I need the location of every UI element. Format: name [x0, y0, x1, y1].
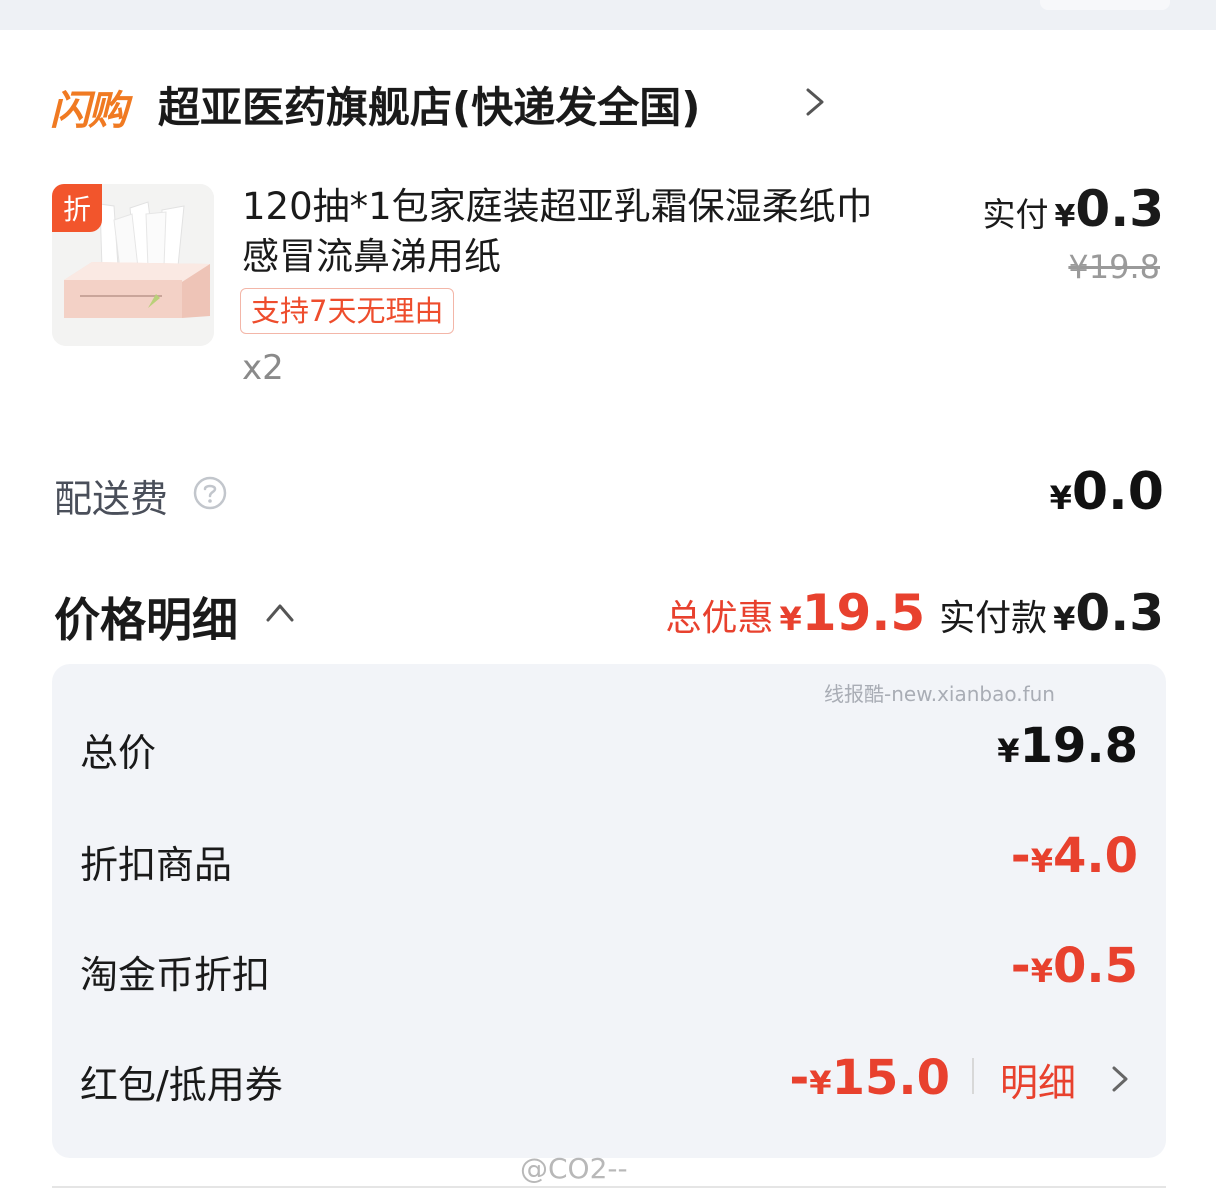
discount-goods-currency: ¥: [1030, 842, 1053, 880]
discount-tag: 折: [52, 184, 102, 232]
discount-goods-sign: -: [1010, 828, 1031, 884]
top-card-edge: [1040, 0, 1170, 10]
price-detail-title[interactable]: 价格明细: [54, 584, 238, 650]
taojinbi-currency: ¥: [1030, 952, 1053, 990]
discount-goods-value: -¥4.0: [1011, 828, 1138, 884]
total-discount-currency: ¥: [779, 600, 802, 638]
total-price-value: ¥19.8: [997, 718, 1138, 774]
question-mark-icon[interactable]: [192, 475, 228, 511]
shop-name[interactable]: 超亚医药旗舰店(快递发全国): [158, 74, 700, 135]
total-price-currency: ¥: [997, 732, 1020, 770]
taojinbi-label: 淘金币折扣: [80, 953, 271, 997]
product-title[interactable]: 120抽*1包家庭装超亚乳霜保湿柔纸巾感冒流鼻涕用纸: [242, 182, 892, 282]
divider: [972, 1058, 974, 1094]
chevron-up-icon[interactable]: [264, 598, 296, 626]
bottom-divider: [52, 1186, 1166, 1188]
total-discount-value: 19.5: [801, 584, 926, 642]
coupon-detail-link[interactable]: 明细: [1000, 1052, 1076, 1107]
coupon-sign: -: [789, 1050, 810, 1106]
original-price: ¥19.8: [1068, 248, 1160, 286]
coupon-currency: ¥: [809, 1064, 832, 1102]
actual-paid-label: 实付款: [939, 598, 1048, 639]
taojinbi-sign: -: [1010, 938, 1031, 994]
shipping-fee-value: ¥0.0: [1050, 462, 1164, 522]
taojinbi-amount: 0.5: [1052, 938, 1138, 994]
total-discount-label: 总优惠: [665, 598, 774, 639]
product-quantity: x2: [242, 348, 284, 388]
shipping-amount: 0.0: [1071, 462, 1164, 522]
coupon-amount: 15.0: [831, 1050, 950, 1106]
discount-goods-label: 折扣商品: [80, 843, 233, 887]
total-price-amount: 19.8: [1019, 718, 1138, 774]
coupon-value: -¥15.0: [789, 1050, 950, 1106]
top-bar: [0, 0, 1216, 30]
shipping-currency: ¥: [1049, 479, 1072, 517]
coupon-label: 红包/抵用券: [80, 1063, 283, 1107]
paid-label: 实付: [982, 195, 1049, 234]
return-policy-badge: 支持7天无理由: [240, 288, 455, 334]
watermark: 线报酷-new.xianbao.fun: [824, 682, 1055, 706]
actual-paid-currency: ¥: [1053, 600, 1076, 638]
total-price-label: 总价: [80, 731, 157, 775]
paid-currency: ¥: [1054, 199, 1076, 234]
shipping-fee-label: 配送费: [54, 477, 169, 521]
taojinbi-value: -¥0.5: [1011, 938, 1138, 994]
weibo-watermark: @CO2--: [520, 1152, 628, 1185]
chevron-right-icon[interactable]: [800, 82, 830, 122]
discount-goods-amount: 4.0: [1052, 828, 1138, 884]
shangou-logo: 闪购: [50, 88, 128, 134]
product-paid-price: 实付 ¥0.3: [983, 180, 1164, 238]
price-summary: 总优惠 ¥19.5 实付款 ¥0.3: [665, 584, 1164, 642]
chevron-right-icon[interactable]: [1108, 1062, 1132, 1096]
actual-paid-value: 0.3: [1075, 584, 1164, 642]
paid-value: 0.3: [1075, 180, 1164, 238]
